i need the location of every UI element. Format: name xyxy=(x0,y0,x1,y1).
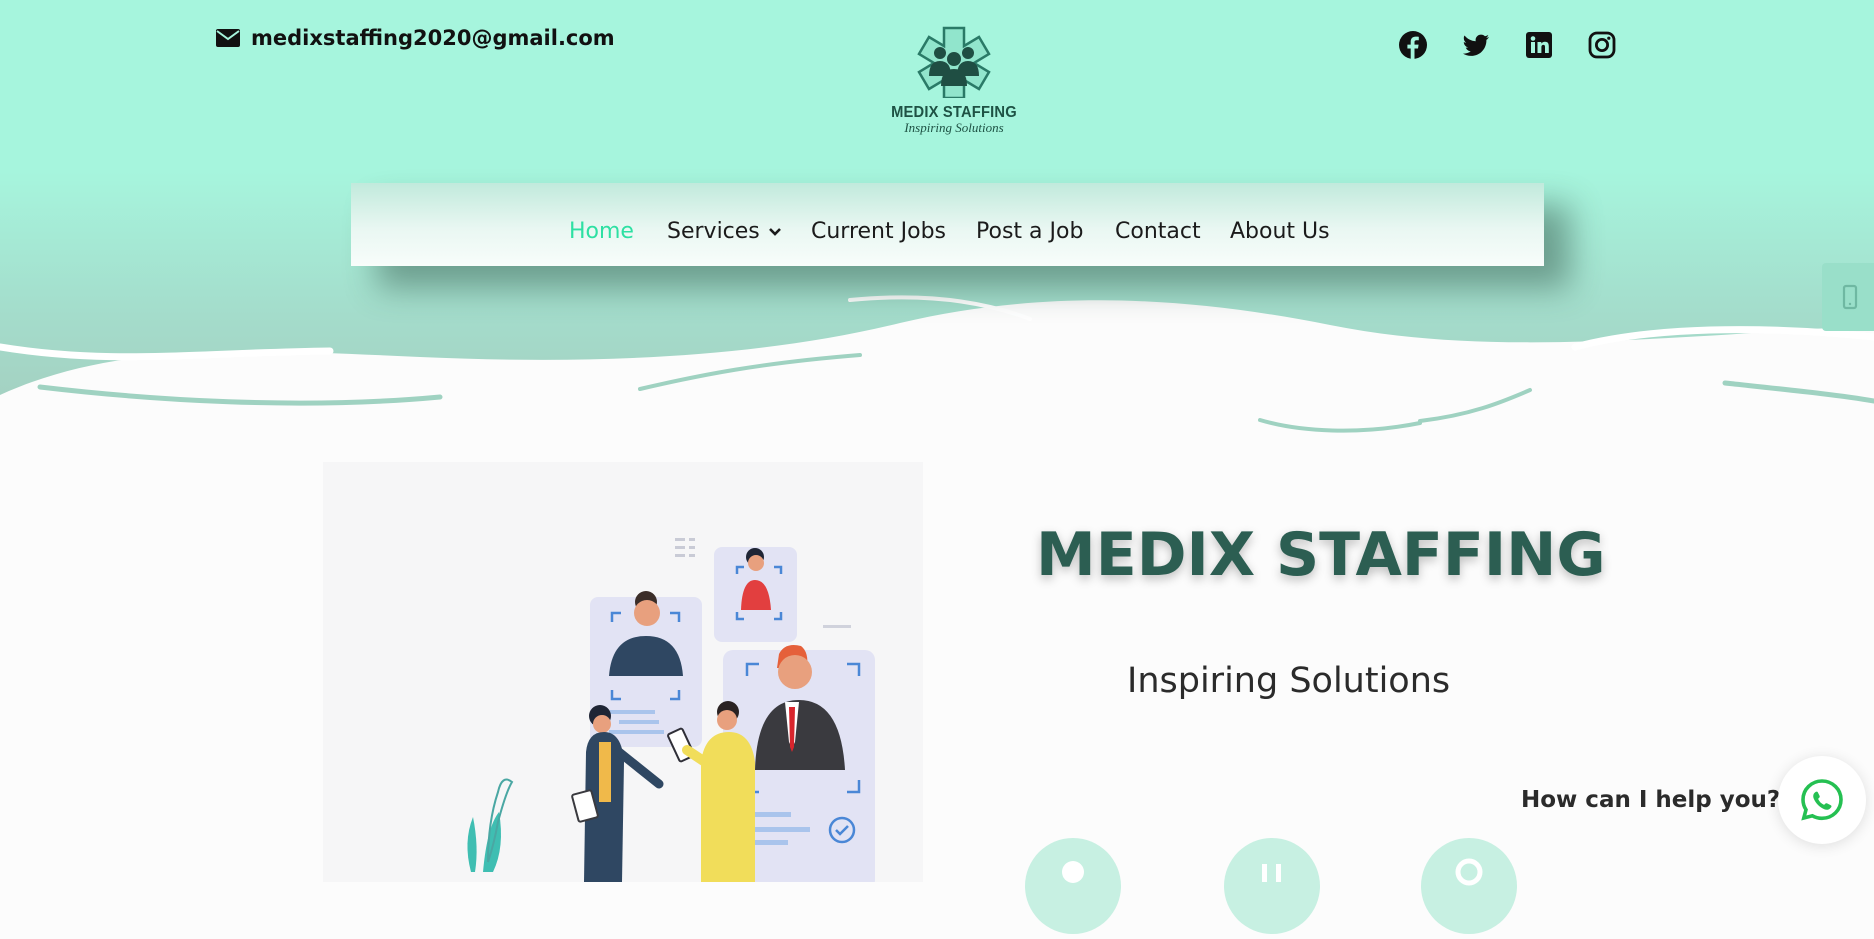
chevron-down-icon xyxy=(768,228,781,236)
hero-title: MEDIX STAFFING xyxy=(1036,520,1606,590)
feature-circle-tools xyxy=(1224,838,1320,934)
medical-staff-logo-icon xyxy=(917,26,991,100)
whatsapp-icon xyxy=(1801,779,1843,821)
feature-circle-person xyxy=(1025,838,1121,934)
main-navigation: Home Services Current Jobs Post a Job Co… xyxy=(351,183,1544,266)
chat-prompt[interactable]: How can I help you? xyxy=(1521,787,1780,813)
nav-item-services[interactable]: Services xyxy=(667,219,782,244)
mobile-phone-icon xyxy=(1842,284,1858,310)
nav-item-post-a-job[interactable]: Post a Job xyxy=(976,219,1083,244)
whatsapp-chat-button[interactable] xyxy=(1778,756,1866,844)
email-text: medixstaffing2020@gmail.com xyxy=(251,26,615,50)
phone-contact-tab[interactable] xyxy=(1822,263,1874,331)
recruitment-illustration xyxy=(323,462,923,882)
nav-item-services-label: Services xyxy=(667,219,760,244)
facebook-link[interactable] xyxy=(1398,30,1428,60)
facebook-icon xyxy=(1399,31,1427,59)
linkedin-link[interactable] xyxy=(1524,30,1554,60)
envelope-icon xyxy=(216,29,240,47)
hero-subtitle: Inspiring Solutions xyxy=(1127,661,1451,701)
header-wave-divider xyxy=(0,295,1874,452)
logo-name: MEDIX STAFFING xyxy=(891,104,1017,121)
nav-item-current-jobs[interactable]: Current Jobs xyxy=(811,219,946,244)
nav-item-home[interactable]: Home xyxy=(569,219,634,244)
instagram-link[interactable] xyxy=(1587,30,1617,60)
site-logo[interactable]: MEDIX STAFFING Inspiring Solutions xyxy=(884,26,1024,141)
linkedin-icon xyxy=(1526,32,1552,58)
feature-circle-search xyxy=(1421,838,1517,934)
instagram-icon xyxy=(1588,31,1616,59)
twitter-icon xyxy=(1462,34,1489,56)
twitter-link[interactable] xyxy=(1461,30,1491,60)
nav-item-contact[interactable]: Contact xyxy=(1115,219,1201,244)
logo-tagline: Inspiring Solutions xyxy=(904,120,1004,135)
site-header: medixstaffing2020@gmail.com MEDIX STAFFI… xyxy=(0,0,1874,452)
search-icon xyxy=(1455,858,1483,886)
tools-icon xyxy=(1262,864,1281,882)
recruitment-illustration-art xyxy=(467,538,875,882)
contact-email[interactable]: medixstaffing2020@gmail.com xyxy=(216,26,615,50)
nav-item-about-us[interactable]: About Us xyxy=(1230,219,1330,244)
person-icon xyxy=(1062,861,1084,883)
